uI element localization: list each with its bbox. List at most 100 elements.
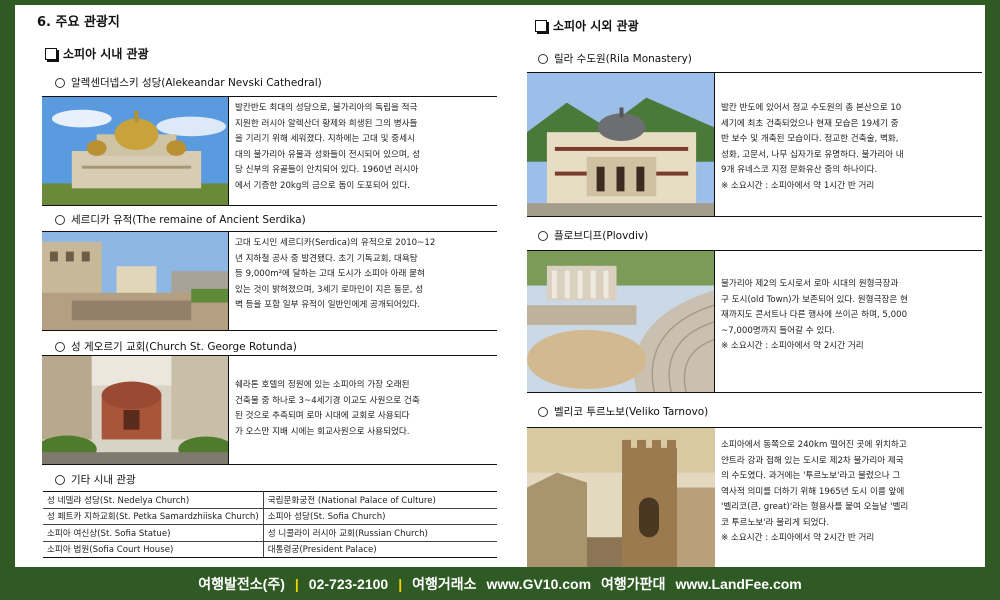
footer-board: 여행가판대	[601, 575, 666, 592]
entry-veliko-text: 소피아에서 동쪽으로 240km 떨어진 곳에 위치하고 얀트라 강과 접해 있…	[715, 428, 982, 567]
entry-plovdiv-text: 불가리아 제2의 도시로서 로마 시대의 원형극장과 구 도시(old Town…	[715, 251, 982, 392]
text-line: 에서 기증한 20kg의 금으로 돔이 도포되어 있다.	[235, 180, 410, 191]
footer-bar: 여행발전소(주) | 02-723-2100 | 여행거래소 www.GV10.…	[0, 567, 1000, 600]
text-line: 가 오스만 지배 시에는 회교사원으로 사용되었다.	[235, 426, 410, 437]
text-line: 년 지하철 공사 중 발견됐다. 초기 기독교회, 대욕탕	[235, 253, 418, 264]
text-line: 당 신부의 유골들이 안치되어 있다. 1960년 러시아	[235, 165, 419, 175]
circle-bullet-icon	[538, 230, 548, 241]
entry-title-text: 알렉센더넵스키 성당(Alekeandar Nevski Cathedral)	[71, 77, 322, 89]
entry-george-text: 쉐라톤 호텔의 정원에 있는 소피아의 가장 오래된 건축물 중 하나로 3~4…	[229, 356, 497, 464]
text-line: 역사적 의미를 더하기 위해 1965년 도시 이름 앞에	[721, 486, 905, 497]
table-row: 소피아 여신상(St. Sofia Statue) 성 니콜라이 러시아 교회(…	[43, 524, 497, 542]
section-title: 6. 주요 관광지	[37, 15, 120, 30]
table-cell: 성 네델랴 성당(St. Nedelya Church)	[43, 491, 264, 509]
table-cell: 국립문화궁전 (National Palace of Culture)	[263, 491, 497, 509]
footer-separator: |	[294, 575, 299, 592]
entry-title-rila: 릴라 수도원(Rila Monastery)	[538, 51, 692, 66]
photo-plovdiv-theatre	[527, 251, 715, 392]
footer-company: 여행발전소(주)	[198, 575, 285, 592]
right-heading: 소피아 시외 관광	[535, 17, 639, 34]
checkbox-square-icon	[535, 19, 547, 32]
entry-nevski: 발칸반도 최대의 성당으로, 불가리아의 독립을 적극 지원한 러시아 알렉산더…	[42, 96, 497, 206]
text-line: 있는 것이 밝혀졌으며, 3세기 로마인이 지은 동문, 성	[235, 284, 424, 295]
footer-exchange: 여행거래소	[412, 575, 477, 592]
entry-george: 쉐라톤 호텔의 정원에 있는 소피아의 가장 오래된 건축물 중 하나로 3~4…	[42, 355, 497, 465]
text-line: 9개 유네스코 지정 문화유산 중의 하나이다.	[721, 165, 878, 175]
text-line: 건축물 중 하나로 3~4세기경 이교도 사원으로 건축	[235, 395, 420, 406]
circle-bullet-icon	[538, 406, 548, 417]
photo-veliko-tarnovo	[527, 428, 715, 567]
text-line: 의 수도였다. 과거에는 '투르노보'라고 불렸으나 그	[721, 471, 901, 481]
table-row: 성 페트카 지하교회(St. Petka Samardzhiiska Churc…	[43, 507, 497, 525]
circle-bullet-icon	[55, 474, 65, 485]
text-line: 소피아에서 동쪽으로 240km 떨어진 곳에 위치하고	[721, 440, 907, 450]
text-line: 을 기리기 위해 세워졌다. 지하에는 고대 및 중세시	[235, 134, 415, 144]
entry-serdika: 고대 도시인 세르디카(Serdica)의 유적으로 2010~12 년 지하철…	[42, 231, 497, 331]
text-line: 고대 도시인 세르디카(Serdica)의 유적으로 2010~12	[235, 238, 436, 248]
text-line: 벽 등을 포함 일부 유적이 일반인에게 공개되어있다.	[235, 300, 421, 310]
table-row: 성 네델랴 성당(St. Nedelya Church) 국립문화궁전 (Nat…	[43, 491, 497, 509]
table-cell: 성 페트카 지하교회(St. Petka Samardzhiiska Churc…	[43, 507, 264, 525]
table-cell: 성 니콜라이 러시아 교회(Russian Church)	[263, 524, 497, 542]
text-line: 구 도시(old Town)가 보존되어 있다. 원형극장은 현	[721, 294, 908, 305]
entry-title-nevski: 알렉센더넵스키 성당(Alekeandar Nevski Cathedral)	[55, 75, 322, 90]
photo-nevski-cathedral	[42, 97, 229, 205]
text-line: ~7,000명까지 들어갈 수 있다.	[721, 325, 835, 336]
footer-site-landfee-link[interactable]: www.LandFee.com	[675, 576, 801, 592]
left-heading-text: 소피아 시내 관광	[63, 47, 149, 61]
entry-rila-text: 발칸 반도에 있어서 정교 수도원의 총 본산으로 10 세기에 최초 건축되었…	[715, 73, 982, 216]
entry-serdika-text: 고대 도시인 세르디카(Serdica)의 유적으로 2010~12 년 지하철…	[229, 232, 497, 330]
entry-title-text: 벨리코 투르노보(Veliko Tarnovo)	[554, 406, 709, 418]
table-cell: 소피아 법원(Sofia Court House)	[43, 540, 264, 558]
document-page: 6. 주요 관광지 소피아 시내 관광 알렉센더넵스키 성당(Alekeanda…	[15, 5, 985, 567]
footer-separator: |	[398, 575, 403, 592]
entry-rila: 발칸 반도에 있어서 정교 수도원의 총 본산으로 10 세기에 최초 건축되었…	[527, 72, 982, 217]
table-cell: 대통령궁(President Palace)	[263, 540, 497, 558]
entry-plovdiv: 불가리아 제2의 도시로서 로마 시대의 원형극장과 구 도시(old Town…	[527, 250, 982, 393]
entry-veliko: 소피아에서 동쪽으로 240km 떨어진 곳에 위치하고 얀트라 강과 접해 있…	[527, 427, 982, 567]
photo-rila-monastery	[527, 73, 715, 216]
circle-bullet-icon	[55, 77, 65, 88]
misc-title-text: 기타 시내 관광	[71, 474, 136, 486]
text-line: 된 것으로 추측되며 로마 시대에 교회로 사용되다	[235, 411, 410, 421]
table-cell: 소피아 성당(St. Sofia Church)	[263, 507, 497, 525]
footer-phone: 02-723-2100	[308, 575, 389, 592]
circle-bullet-icon	[55, 341, 65, 352]
circle-bullet-icon	[538, 53, 548, 64]
footer-site-gv10-link[interactable]: www.GV10.com	[487, 576, 592, 592]
text-line: 성화, 고문서, 나무 십자가로 유명하다. 불가리아 내	[721, 149, 904, 160]
text-line: 얀트라 강과 접해 있는 도시로 제2차 불가리아 제국	[721, 455, 904, 466]
misc-attractions-table: 성 네델랴 성당(St. Nedelya Church) 국립문화궁전 (Nat…	[43, 491, 497, 558]
text-line: 등 9,000m²에 달하는 고대 도시가 소피아 아래 묻혀	[235, 269, 425, 279]
checkbox-square-icon	[45, 47, 57, 60]
misc-title: 기타 시내 관광	[55, 472, 136, 487]
entry-title-serdika: 세르디카 유적(The remaine of Ancient Serdika)	[55, 212, 306, 227]
entry-title-plovdiv: 플로브디프(Plovdiv)	[538, 228, 648, 243]
text-line: 재까지도 콘서트나 다른 행사에 쓰이곤 하며, 5,000	[721, 310, 908, 320]
right-heading-text: 소피아 시외 관광	[553, 19, 639, 33]
entry-title-text: 세르디카 유적(The remaine of Ancient Serdika)	[71, 214, 306, 226]
circle-bullet-icon	[55, 214, 65, 225]
photo-serdika-ruins	[42, 232, 229, 330]
entry-title-george: 성 게오르기 교회(Church St. George Rotunda)	[55, 339, 297, 354]
table-cell: 소피아 여신상(St. Sofia Statue)	[43, 524, 264, 542]
travel-time-note: ※ 소요시간 : 소피아에서 약 1시간 반 거리	[721, 180, 875, 191]
entry-title-text: 플로브디프(Plovdiv)	[554, 230, 649, 242]
text-line: 불가리아 제2의 도시로서 로마 시대의 원형극장과	[721, 279, 899, 289]
travel-time-note: ※ 소요시간 : 소피아에서 약 2시간 반 거리	[721, 533, 875, 543]
text-line: 세기에 최초 건축되었으나 현재 모습은 19세기 중	[721, 118, 899, 129]
text-line: 코 투르노보'라 불리게 되었다.	[721, 517, 830, 528]
entry-title-veliko: 벨리코 투르노보(Veliko Tarnovo)	[538, 404, 708, 419]
left-heading: 소피아 시내 관광	[45, 45, 149, 62]
text-line: 발칸반도 최대의 성당으로, 불가리아의 독립을 적극	[235, 103, 418, 113]
text-line: '벨리코(큰, great)'라는 형용사를 붙여 오늘날 '벨리	[721, 502, 909, 512]
table-row: 소피아 법원(Sofia Court House) 대통령궁(President…	[43, 540, 497, 558]
text-line: 지원한 러시아 알렉산더 황제와 희생된 그의 병사들	[235, 118, 418, 129]
entry-title-text: 성 게오르기 교회(Church St. George Rotunda)	[71, 341, 297, 353]
text-line: 반 보수 및 개축된 모습이다. 정교한 건축술, 벽화,	[721, 134, 899, 144]
travel-time-note: ※ 소요시간 : 소피아에서 약 2시간 거리	[721, 341, 864, 351]
entry-nevski-text: 발칸반도 최대의 성당으로, 불가리아의 독립을 적극 지원한 러시아 알렉산더…	[229, 97, 497, 205]
text-line: 대의 불가리아 유물과 성화들이 전시되어 있으며, 성	[235, 149, 421, 160]
text-line: 쉐라톤 호텔의 정원에 있는 소피아의 가장 오래된	[235, 380, 410, 390]
text-line: 발칸 반도에 있어서 정교 수도원의 총 본산으로 10	[721, 103, 902, 113]
